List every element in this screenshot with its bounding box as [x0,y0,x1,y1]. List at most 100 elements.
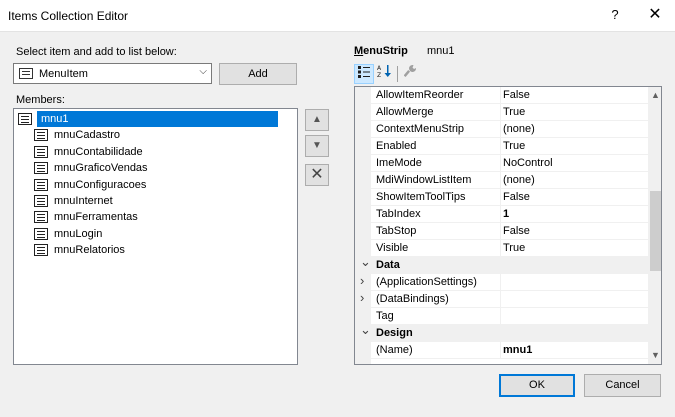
collapse-icon[interactable]: ⌄ [360,254,371,270]
move-up-button[interactable]: ▲ [305,109,329,131]
column-divider[interactable] [500,189,501,206]
menu-item-icon [34,211,48,224]
property-category[interactable]: ⌄ Design [355,322,648,342]
property-row[interactable]: ContextMenuStrip (none) [355,121,648,138]
item-type-combo[interactable]: MenuItem ⌵ [13,63,212,84]
column-divider[interactable] [500,274,501,291]
scroll-down-icon[interactable]: ▼ [648,347,661,364]
tree-item-label: mnuLogin [54,227,103,240]
property-category[interactable]: ⌄ Data [355,254,648,274]
cancel-button[interactable]: Cancel [584,374,661,397]
property-value[interactable]: True [503,242,525,254]
property-row[interactable]: Enabled True [355,138,648,155]
categorized-button[interactable] [354,64,374,84]
expand-icon[interactable]: › [360,290,364,305]
property-name: (Name) [376,344,413,356]
property-name: Data [376,259,400,271]
column-divider[interactable] [500,121,501,138]
property-name: TabIndex [376,208,421,220]
column-divider[interactable] [500,291,501,308]
property-name: Enabled [376,140,417,152]
property-row[interactable]: ImeMode NoControl [355,155,648,172]
add-button[interactable]: Add [219,63,297,85]
property-value[interactable]: True [503,140,525,152]
property-row[interactable]: Visible True [355,240,648,257]
menu-item-icon [19,68,33,79]
menu-item-icon [34,244,48,257]
property-value[interactable]: mnu1 [503,344,532,356]
column-divider[interactable] [500,87,501,104]
tree-item-label: mnuRelatorios [54,244,125,257]
svg-text:Z: Z [377,72,381,78]
menu-item-icon [34,129,48,142]
property-value[interactable]: True [503,106,525,118]
property-row[interactable]: AllowItemReorder False [355,87,648,104]
scroll-thumb[interactable] [650,191,661,271]
property-row[interactable]: TabStop False [355,223,648,240]
menu-item-icon [34,227,48,240]
alphabetical-icon: A Z [377,65,391,79]
window-title: Items Collection Editor [8,9,129,23]
tree-item-label: mnuConfiguracoes [54,178,147,191]
column-divider[interactable] [500,240,501,257]
ok-button[interactable]: OK [499,374,575,397]
column-divider[interactable] [500,342,501,359]
alphabetical-button[interactable]: A Z [375,64,395,84]
property-row[interactable]: › (ApplicationSettings) [355,273,648,291]
property-grid[interactable]: AllowItemReorder False AllowMerge True Conte… [354,86,662,365]
move-down-button[interactable]: ▼ [305,135,329,157]
scroll-up-icon[interactable]: ▲ [648,87,661,104]
property-row[interactable]: MdiWindowListItem (none) [355,172,648,189]
property-value[interactable]: 1 [503,208,509,220]
tree-item-label: mnuCadastro [54,129,121,142]
chevron-down-icon[interactable]: ⌵ [199,66,207,77]
property-row[interactable]: › (DataBindings) [355,290,648,308]
help-button[interactable]: ? [604,4,626,26]
close-button[interactable]: ✕ [644,4,666,26]
property-grid-scrollbar[interactable]: ▲ ▼ [648,87,661,364]
remove-button[interactable]: ✕ [305,164,329,186]
column-divider[interactable] [500,138,501,155]
property-name: AllowMerge [376,106,434,118]
property-name: (DataBindings) [376,293,449,305]
tree-item-label: mnuGraficoVendas [54,162,148,175]
property-value[interactable]: False [503,89,530,101]
expand-icon[interactable]: › [360,273,364,288]
toolbar-separator [397,66,398,82]
column-divider[interactable] [500,223,501,240]
arrow-down-icon: ▼ [312,140,322,151]
object-name: mnu1 [427,45,455,57]
arrow-up-icon: ▲ [312,114,322,125]
property-value[interactable]: False [503,191,530,203]
menu-item-icon [34,162,48,175]
property-row[interactable]: AllowMerge True [355,104,648,121]
property-name: Visible [376,242,409,254]
property-row[interactable]: ShowItemToolTips False [355,189,648,206]
property-pages-button[interactable] [401,64,421,84]
collapse-icon[interactable]: ⌄ [360,322,371,338]
wrench-icon [403,64,417,78]
property-row[interactable]: TabIndex 1 [355,206,648,223]
property-value[interactable]: (none) [503,174,535,186]
property-row[interactable]: (Name) mnu1 [355,342,648,359]
tree-item-label: mnu1 [37,111,278,127]
column-divider[interactable] [500,155,501,172]
column-divider[interactable] [500,104,501,121]
property-name: MdiWindowListItem [376,174,472,186]
property-value[interactable]: (none) [503,123,535,135]
categorized-icon [358,66,370,78]
menu-item-icon [34,145,48,158]
property-name: AllowItemReorder [376,89,464,101]
column-divider[interactable] [500,308,501,325]
property-value[interactable]: False [503,225,530,237]
svg-text:A: A [377,65,382,72]
property-value[interactable]: NoControl [503,157,553,169]
property-name: ShowItemToolTips [376,191,466,203]
column-divider[interactable] [500,172,501,189]
members-label: Members: [16,94,65,106]
column-divider[interactable] [500,206,501,223]
menu-item-icon [18,113,32,125]
tree-item-label: mnuFerramentas [54,211,138,224]
property-row[interactable]: Tag [355,308,648,325]
members-list[interactable]: mnu1 mnuCadastro mnuContabilidade mnuGrafic… [13,108,298,365]
